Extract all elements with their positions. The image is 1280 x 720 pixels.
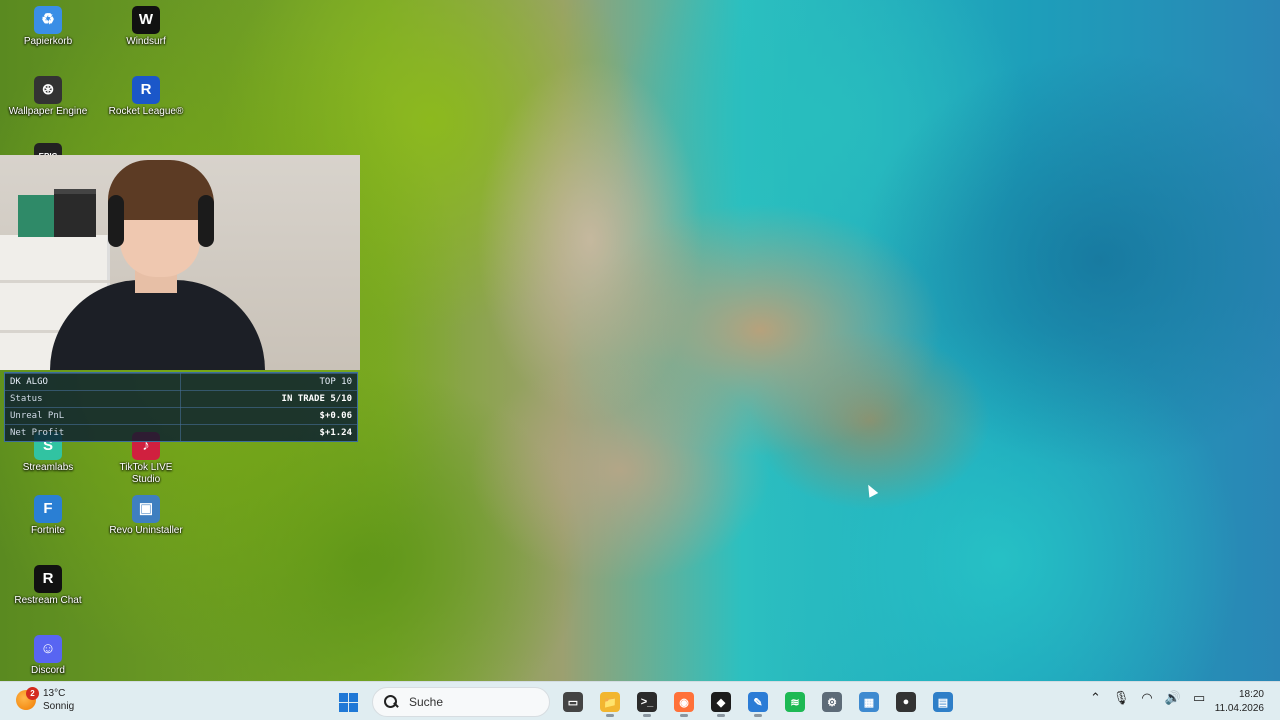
desktop-icon-rocket-league[interactable]: R Rocket League® (106, 76, 186, 118)
file-explorer-icon: 📁 (600, 692, 620, 712)
terminal-icon: >_ (637, 692, 657, 712)
desktop-icon-label: Wallpaper Engine (8, 106, 88, 117)
algo-label: Status (10, 394, 43, 404)
running-indicator (754, 714, 762, 717)
desktop-icon-label: Papierkorb (23, 36, 73, 47)
paint-icon: ✎ (748, 692, 768, 712)
desktop-icon-label: Windsurf (126, 36, 166, 47)
desktop-icon-restream-chat[interactable]: R Restream Chat (8, 565, 88, 607)
clock-date: 11.04.2026 (1214, 703, 1264, 714)
desktop-icon-label: Rocket League® (108, 106, 184, 117)
desktop-icon-discord[interactable]: ☺ Discord (8, 635, 88, 677)
taskbar-control-panel[interactable]: ▦ (854, 687, 884, 717)
taskmgr-icon: ▤ (933, 692, 953, 712)
chevron-up-icon[interactable]: ⌃ (1090, 690, 1101, 706)
algo-label: Net Profit (10, 428, 65, 438)
start-button[interactable] (333, 687, 363, 717)
weather-temp: 13°C (43, 688, 66, 699)
webcam-overlay (0, 155, 360, 370)
desktop-icon-windsurf[interactable]: W Windsurf (106, 6, 186, 48)
desktop-icon-label: Restream Chat (14, 595, 82, 606)
algo-row-unreal-pnl: Unreal PnL $+0.06 (5, 407, 357, 424)
rocket-league-icon: R (132, 76, 160, 104)
system-tray: ⌃ 🎙 ◠ 🔊 ▭ (1090, 690, 1217, 706)
algo-divider (180, 373, 181, 441)
weather-condition: Sonnig (43, 701, 75, 712)
desktop-icon-label: Revo Uninstaller (109, 525, 183, 536)
headphone-left (108, 195, 124, 247)
discord-icon: ☺ (34, 635, 62, 663)
microphone-icon[interactable]: 🎙 (1113, 690, 1130, 706)
search-placeholder: Suche (409, 695, 444, 709)
search-icon (383, 694, 399, 710)
taskbar-terminal[interactable]: >_ (632, 687, 662, 717)
windsurf-icon: W (132, 6, 160, 34)
webcam-dark-bag (54, 189, 96, 237)
desktop-icon-label: Streamlabs (22, 462, 74, 473)
taskbar-spotify[interactable]: ≋ (780, 687, 810, 717)
algo-title: DK ALGO (10, 377, 48, 387)
taskbar-obs[interactable]: ● (891, 687, 921, 717)
taskbar-center: Suche ▭ 📁 >_ ◉ ◆ ✎ ≋ ⚙ ▦ ● ▤ (333, 687, 965, 717)
desktop-icon-label: Discord (31, 665, 65, 676)
running-indicator (680, 714, 688, 717)
volume-icon[interactable]: 🔊 (1165, 690, 1181, 706)
wifi-icon[interactable]: ◠ (1141, 690, 1152, 706)
spotify-icon: ≋ (785, 692, 805, 712)
taskbar-task-view[interactable]: ▭ (558, 687, 588, 717)
revo-uninstaller-icon: ▣ (132, 495, 160, 523)
algo-panel: DK ALGO TOP 10 Status IN TRADE 5/10 Unre… (4, 372, 358, 442)
clock-time: 18:20 (1238, 689, 1264, 700)
taskbar-settings[interactable]: ⚙ (817, 687, 847, 717)
wallpaper-engine-icon: ⊛ (34, 76, 62, 104)
algo-label: Unreal PnL (10, 411, 65, 421)
desktop-icon-label: Fortnite (31, 525, 65, 536)
restream-chat-icon: R (34, 565, 62, 593)
desktop-icon-revo-uninstaller[interactable]: ▣ Revo Uninstaller (106, 495, 186, 537)
algo-value: IN TRADE 5/10 (281, 394, 352, 404)
algo-row-status: Status IN TRADE 5/10 (5, 390, 357, 407)
running-indicator (643, 714, 651, 717)
control-panel-icon: ▦ (859, 692, 879, 712)
sun-icon: 2 (16, 687, 39, 710)
battery-icon[interactable]: ▭ (1193, 690, 1205, 706)
taskbar-app-black[interactable]: ◆ (706, 687, 736, 717)
taskbar-clock[interactable]: 18:20 11.04.2026 (1215, 688, 1264, 716)
taskbar: 2 13°C Sonnig Suche ▭ 📁 >_ ◉ ◆ ✎ ≋ ⚙ ▦ ● ▤ ⌃ 🎙 ◠ 🔊… (0, 681, 1280, 720)
recycle-bin-icon: ♻ (34, 6, 62, 34)
taskbar-firefox[interactable]: ◉ (669, 687, 699, 717)
firefox-icon: ◉ (674, 692, 694, 712)
desktop-icon-wallpaper-engine[interactable]: ⊛ Wallpaper Engine (8, 76, 88, 118)
windows-icon (338, 692, 358, 712)
desktop-icon-recycle-bin[interactable]: ♻ Papierkorb (8, 6, 88, 48)
fortnite-icon: F (34, 495, 62, 523)
desktop-icon-label: TikTok LIVE Studio (119, 462, 173, 485)
settings-icon: ⚙ (822, 692, 842, 712)
search-box[interactable]: Suche (372, 687, 550, 717)
algo-row-net-profit: Net Profit $+1.24 (5, 424, 357, 441)
weather-widget[interactable]: 2 13°C Sonnig (16, 687, 74, 713)
obs-icon: ● (896, 692, 916, 712)
algo-header: DK ALGO TOP 10 (5, 373, 357, 390)
notification-badge: 2 (26, 687, 39, 700)
desktop-icon-fortnite[interactable]: F Fortnite (8, 495, 88, 537)
algo-value: $+0.06 (319, 411, 352, 421)
task-view-icon: ▭ (563, 692, 583, 712)
webcam-green-box (18, 195, 54, 237)
app-black-icon: ◆ (711, 692, 731, 712)
running-indicator (606, 714, 614, 717)
taskbar-paint[interactable]: ✎ (743, 687, 773, 717)
taskbar-taskmgr[interactable]: ▤ (928, 687, 958, 717)
headphone-right (198, 195, 214, 247)
taskbar-file-explorer[interactable]: 📁 (595, 687, 625, 717)
algo-rank: TOP 10 (319, 377, 352, 387)
running-indicator (717, 714, 725, 717)
algo-value: $+1.24 (319, 428, 352, 438)
